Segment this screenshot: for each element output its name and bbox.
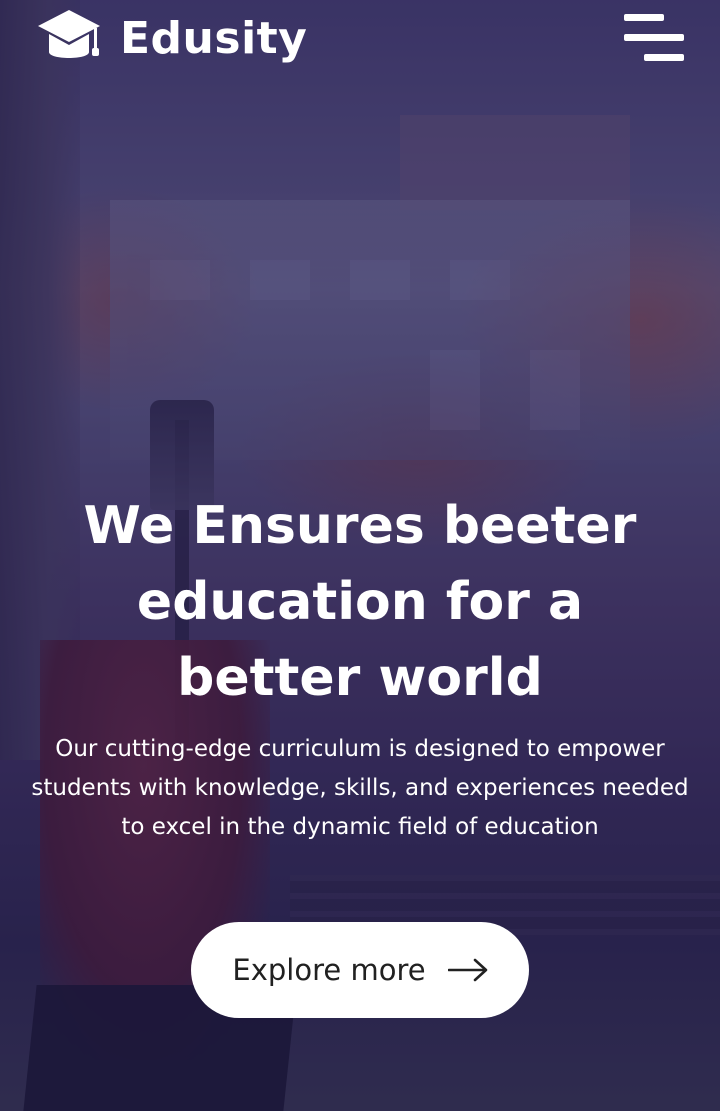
hero-title: We Ensures beeter education for a better… (83, 496, 637, 708)
explore-more-button[interactable]: Explore more (191, 922, 529, 1018)
navbar: Edusity (0, 0, 720, 84)
hamburger-menu-icon[interactable] (622, 14, 686, 64)
hero-description: Our cutting-edge curriculum is designed … (31, 736, 689, 840)
brand-name: Edusity (120, 12, 308, 64)
brand-logo[interactable]: Edusity (36, 8, 307, 68)
graduation-cap-icon (38, 10, 100, 58)
arrow-right-icon (447, 958, 487, 982)
hero-section: We Ensures beeter education for a better… (0, 488, 720, 847)
explore-more-label: Explore more (232, 953, 426, 987)
